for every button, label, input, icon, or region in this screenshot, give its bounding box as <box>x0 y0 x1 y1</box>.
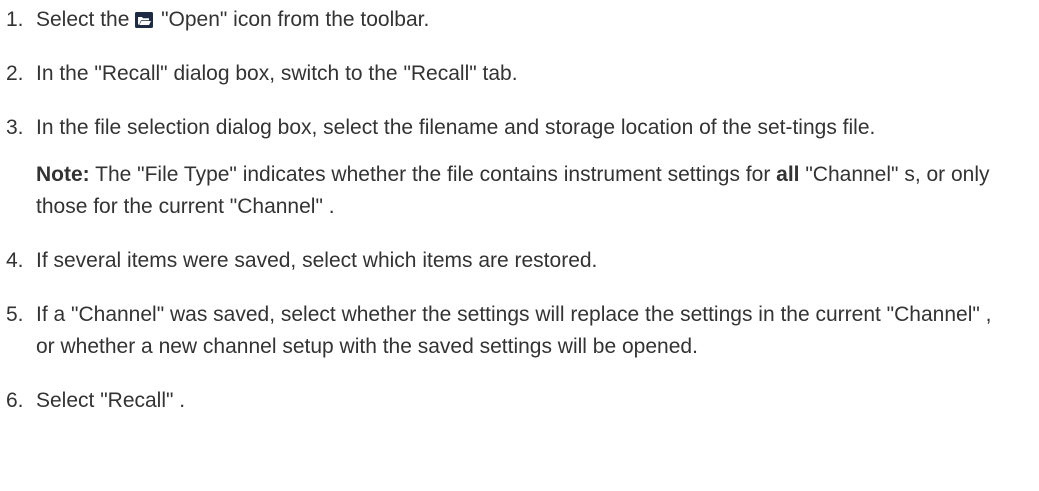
step-text: In the file selection dialog box, select… <box>36 116 876 139</box>
step-number: 4. <box>6 249 24 272</box>
step-6: 6. Select "Recall" . <box>0 385 1039 417</box>
step-number: 1. <box>6 8 24 31</box>
step-text: If several items were saved, select whic… <box>36 249 598 272</box>
step-number: 6. <box>6 389 24 412</box>
note: Note: The "File Type" indicates whether … <box>36 159 999 223</box>
step-text: Select the <box>36 8 136 31</box>
note-text: The "File Type" indicates whether the fi… <box>89 163 777 186</box>
step-text: If a "Channel" was saved, select whether… <box>36 303 992 358</box>
step-text: Select "Recall" . <box>36 389 186 412</box>
open-folder-icon <box>135 12 154 28</box>
note-emphasis: all <box>776 163 800 186</box>
step-text: "Open" icon from the toolbar. <box>155 8 430 31</box>
step-5: 5. If a "Channel" was saved, select whet… <box>0 299 1039 363</box>
step-text: In the "Recall" dialog box, switch to th… <box>36 62 518 85</box>
step-4: 4. If several items were saved, select w… <box>0 245 1039 277</box>
step-number: 5. <box>6 303 24 326</box>
step-1: 1. Select the "Open" icon from the toolb… <box>0 4 1039 36</box>
note-label: Note: <box>36 163 90 186</box>
step-number: 2. <box>6 62 24 85</box>
step-2: 2. In the "Recall" dialog box, switch to… <box>0 58 1039 90</box>
step-3: 3. In the file selection dialog box, sel… <box>0 112 1039 223</box>
procedure-steps: 1. Select the "Open" icon from the toolb… <box>0 4 1039 417</box>
step-number: 3. <box>6 116 24 139</box>
